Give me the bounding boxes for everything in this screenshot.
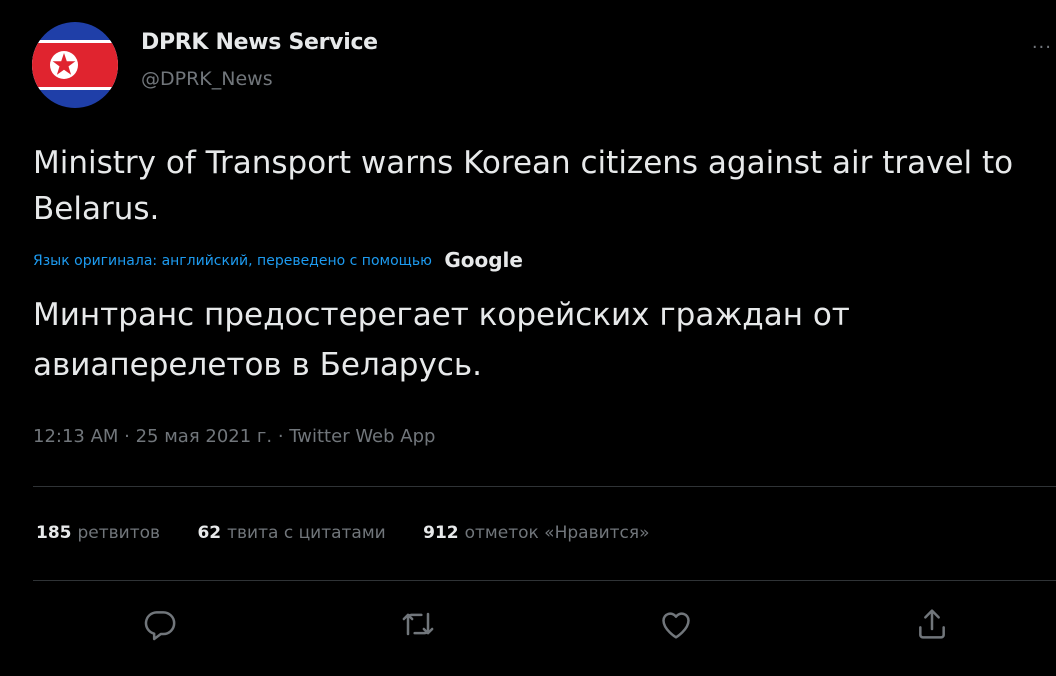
translation-notice[interactable]: Язык оригинала: английский, переведено с… (33, 248, 523, 272)
heart-icon (662, 612, 690, 639)
reply-button[interactable] (140, 604, 180, 644)
share-button[interactable] (912, 604, 952, 644)
quotes-count: 62 (197, 523, 222, 543)
divider (33, 486, 1056, 487)
share-icon (919, 609, 945, 639)
stats-row: 185 ретвитов 62 твита с цитатами 912 отмето… (36, 523, 682, 543)
translated-text: Минтранс предостерегает корейских гражда… (33, 297, 850, 383)
reply-icon (144, 611, 176, 641)
retweet-button[interactable] (398, 604, 438, 644)
retweets-stat[interactable]: 185 ретвитов (36, 523, 160, 543)
retweets-label: ретвитов (77, 523, 161, 543)
google-logo: Google (444, 248, 523, 272)
likes-count: 912 (423, 523, 459, 543)
quotes-label: твита с цитатами (227, 523, 386, 543)
like-button[interactable] (656, 604, 696, 644)
likes-stat[interactable]: 912 отметок «Нравится» (423, 523, 649, 543)
translation-note: Язык оригинала: английский, переведено с… (33, 253, 432, 269)
quotes-stat[interactable]: 62 твита с цитатами (197, 523, 385, 543)
user-handle[interactable]: @DPRK_News (141, 68, 273, 90)
likes-label: отметок «Нравится» (464, 523, 650, 543)
retweets-count: 185 (36, 523, 72, 543)
tweet-text: Ministry of Transport warns Korean citiz… (33, 145, 1014, 227)
display-name[interactable]: DPRK News Service (141, 30, 378, 55)
divider (33, 580, 1056, 581)
retweet-icon (402, 612, 434, 636)
tweet-meta[interactable]: 12:13 AM · 25 мая 2021 г. · Twitter Web … (33, 426, 435, 447)
dprk-flag-icon (32, 22, 118, 108)
more-button[interactable]: ... (1032, 32, 1052, 53)
avatar[interactable] (32, 22, 118, 108)
more-horizontal-icon: ... (1031, 32, 1052, 53)
